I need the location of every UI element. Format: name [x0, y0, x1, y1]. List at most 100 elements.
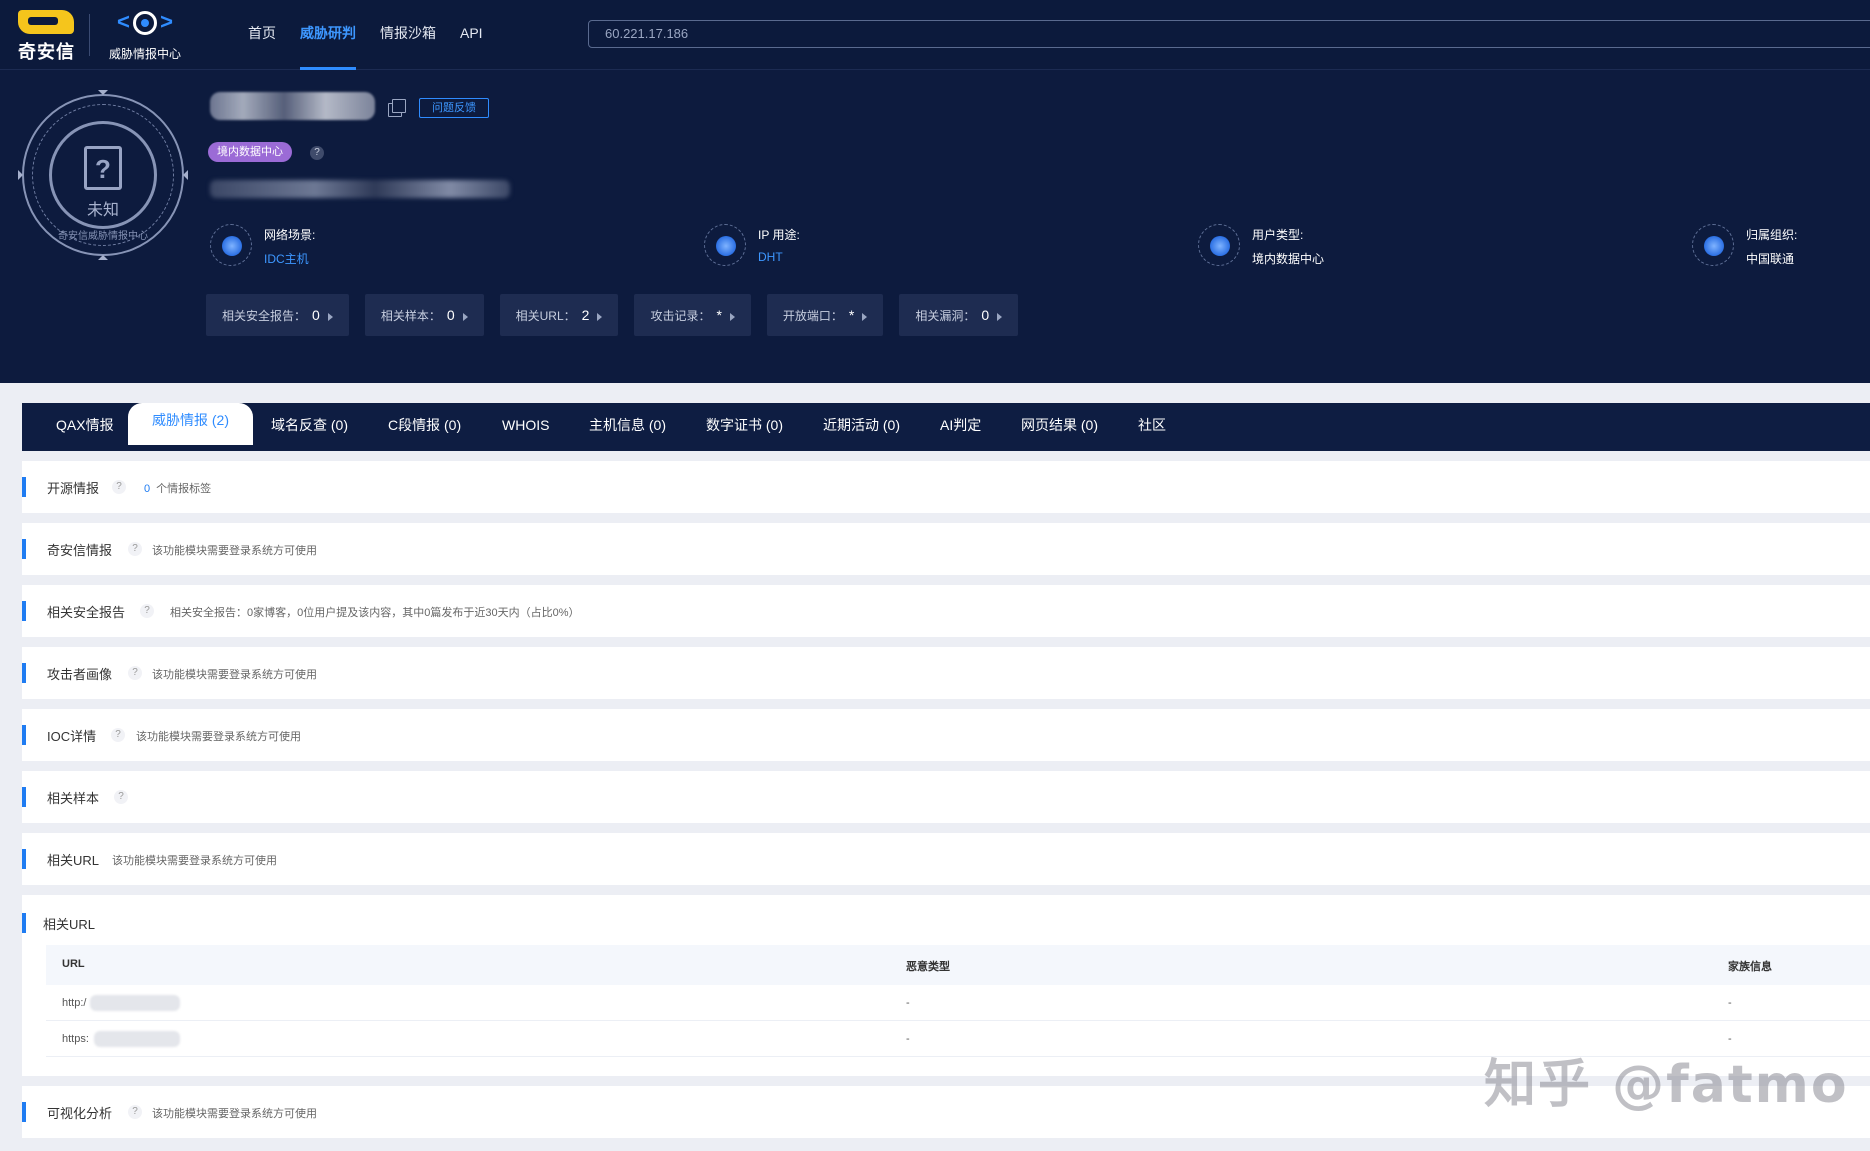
- stat-attack-records[interactable]: 攻击记录： *: [634, 294, 751, 336]
- tab-threat-intel[interactable]: 威胁情报 (2): [128, 403, 253, 445]
- tab-domain-reverse[interactable]: 域名反查 (0): [271, 403, 348, 451]
- column-url: URL: [62, 958, 85, 970]
- ip-overview-panel: ? 未知 奇安信威胁情报中心 问题反馈 境内数据中心 ? 网络场景: IDC主机…: [0, 70, 1870, 383]
- section-title: 相关URL: [43, 917, 96, 932]
- fact-value-link[interactable]: IDC主机: [264, 250, 309, 267]
- report-summary: 相关安全报告：0家博客，0位用户提及该内容，其中0篇发布于近30天内（占比0%）: [170, 607, 580, 619]
- family-cell: -: [1728, 997, 1732, 1009]
- stat-label: 相关URL：: [515, 309, 576, 323]
- section-accent-bar: [22, 601, 26, 621]
- section-title: 奇安信情报: [47, 543, 113, 558]
- section-title: 相关安全报告: [47, 605, 126, 620]
- caret-right-icon: [862, 312, 868, 321]
- stat-value: 0: [981, 307, 990, 323]
- tab-recent-activity[interactable]: 近期活动 (0): [823, 403, 900, 451]
- nav-threat-analysis[interactable]: 威胁研判: [288, 0, 368, 70]
- url-redacted: [94, 1031, 180, 1047]
- organization-icon: [1692, 224, 1734, 266]
- help-icon[interactable]: ?: [128, 542, 142, 556]
- login-required-note: 该功能模块需要登录系统方可使用: [152, 545, 317, 557]
- column-malicious-type: 恶意类型: [906, 961, 950, 973]
- table-row[interactable]: http:/ - -: [46, 985, 1870, 1021]
- section-accent-bar: [22, 849, 26, 869]
- zhihu-watermark: 知乎 @fatmo: [1484, 1055, 1849, 1115]
- main-nav: 首页 威胁研判 情报沙箱 API: [236, 0, 495, 70]
- url-cell[interactable]: https:: [62, 1033, 89, 1045]
- nav-home[interactable]: 首页: [236, 0, 288, 70]
- fact-key: 用户类型:: [1252, 228, 1304, 242]
- tab-ai-verdict[interactable]: AI判定: [940, 403, 981, 451]
- qianxin-logo[interactable]: 奇安信: [18, 10, 80, 62]
- fact-value-link[interactable]: DHT: [758, 250, 783, 264]
- help-icon[interactable]: ?: [140, 604, 154, 618]
- section-title: 相关样本: [47, 791, 100, 806]
- tag-help-icon[interactable]: ?: [310, 146, 324, 160]
- fact-user-type: 用户类型: 境内数据中心: [1198, 222, 1458, 272]
- tab-web-results[interactable]: 网页结果 (0): [1021, 403, 1098, 451]
- ip-usage-icon: [704, 224, 746, 266]
- section-accent-bar: [22, 787, 26, 807]
- intel-tag-count[interactable]: 0: [144, 483, 150, 495]
- section-accent-bar: [22, 477, 26, 497]
- ip-facts: 网络场景: IDC主机 IP 用途: DHT 用户类型: 境内数据中心 归属组织…: [210, 222, 1870, 272]
- stat-label: 攻击记录：: [650, 309, 711, 323]
- tab-community[interactable]: 社区: [1138, 403, 1166, 451]
- fact-organization: 归属组织: 中国联通: [1692, 222, 1870, 272]
- copy-icon[interactable]: [388, 99, 406, 117]
- section-accent-bar: [22, 725, 26, 745]
- tab-c-segment[interactable]: C段情报 (0): [388, 403, 461, 451]
- section-accent-bar: [22, 913, 26, 933]
- feedback-button[interactable]: 问题反馈: [419, 98, 489, 118]
- stat-open-ports[interactable]: 开放端口： *: [766, 294, 884, 336]
- stat-value: *: [716, 307, 722, 323]
- help-icon[interactable]: ?: [128, 1105, 142, 1119]
- fact-ip-usage: IP 用途: DHT: [704, 222, 964, 272]
- section-title: IOC详情: [47, 729, 97, 744]
- ip-address-redacted: [210, 92, 375, 120]
- caret-right-icon: [462, 312, 468, 321]
- stat-samples[interactable]: 相关样本： 0: [364, 294, 484, 336]
- stat-value: 2: [581, 307, 590, 323]
- fact-network-scene: 网络场景: IDC主机: [210, 222, 470, 272]
- table-header: URL 恶意类型 家族信息: [46, 945, 1870, 985]
- url-redacted: [90, 995, 180, 1011]
- type-cell: -: [906, 1033, 910, 1045]
- stat-urls[interactable]: 相关URL： 2: [499, 294, 619, 336]
- section-open-source-intel: 开源情报 ? 0 个情报标签: [22, 461, 1870, 513]
- caret-right-icon: [729, 312, 735, 321]
- fact-key: 网络场景:: [264, 228, 316, 242]
- tab-whois[interactable]: WHOIS: [502, 403, 549, 451]
- nav-api[interactable]: API: [448, 0, 495, 70]
- section-related-samples: 相关样本 ?: [22, 771, 1870, 823]
- help-icon[interactable]: ?: [112, 480, 126, 494]
- threat-intel-icon: < >: [117, 9, 173, 35]
- fact-key: 归属组织:: [1746, 228, 1798, 242]
- brand-divider: [89, 14, 90, 56]
- stat-security-reports[interactable]: 相关安全报告： 0: [206, 294, 349, 336]
- tag-domestic-datacenter[interactable]: 境内数据中心: [208, 142, 292, 162]
- section-title: 相关URL: [47, 853, 100, 868]
- threat-intel-center-logo[interactable]: < > 威胁情报中心: [100, 8, 190, 62]
- network-scene-icon: [210, 224, 252, 266]
- section-ioc-details: IOC详情 ? 该功能模块需要登录系统方可使用: [22, 709, 1870, 761]
- badge-arc-text: 奇安信威胁情报中心: [58, 231, 148, 242]
- nav-sandbox[interactable]: 情报沙箱: [368, 0, 448, 70]
- stat-vulnerabilities[interactable]: 相关漏洞： 0: [899, 294, 1019, 336]
- stat-label: 开放端口：: [782, 309, 843, 323]
- section-security-reports: 相关安全报告 ? 相关安全报告：0家博客，0位用户提及该内容，其中0篇发布于近3…: [22, 585, 1870, 637]
- login-required-note: 该功能模块需要登录系统方可使用: [136, 731, 301, 743]
- tab-host-info[interactable]: 主机信息 (0): [589, 403, 666, 451]
- brand-name: 奇安信: [18, 42, 75, 62]
- search-input[interactable]: 60.221.17.186: [588, 20, 1870, 48]
- help-icon[interactable]: ?: [114, 790, 128, 804]
- help-icon[interactable]: ?: [111, 728, 125, 742]
- tab-qax-intel[interactable]: QAX情报: [56, 403, 114, 451]
- url-cell[interactable]: http:/: [62, 997, 86, 1009]
- tab-certificates[interactable]: 数字证书 (0): [706, 403, 783, 451]
- help-icon[interactable]: ?: [128, 666, 142, 680]
- section-title: 可视化分析: [47, 1106, 113, 1121]
- fact-value: 中国联通: [1746, 252, 1795, 266]
- stat-buttons: 相关安全报告： 0 相关样本： 0 相关URL： 2 攻击记录： * 开放端口： * 相关…: [206, 294, 1019, 336]
- fact-value: 境内数据中心: [1252, 252, 1325, 266]
- product-name: 威胁情报中心: [108, 47, 181, 61]
